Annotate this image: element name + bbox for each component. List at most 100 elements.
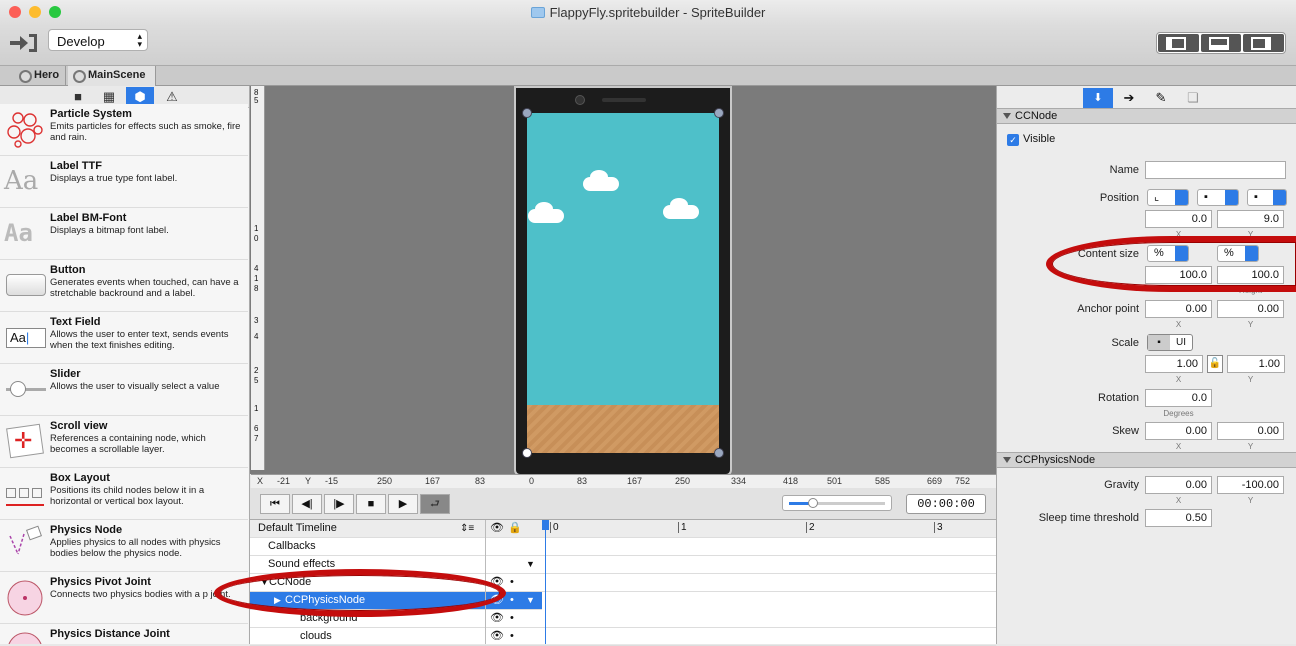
- step-back-icon[interactable]: ◀|: [292, 494, 322, 514]
- name-field[interactable]: [1145, 161, 1286, 179]
- position-unit-x-select[interactable]: ▪: [1197, 189, 1239, 206]
- ruler-tick-label: 3: [254, 316, 259, 325]
- scale-type-segmented[interactable]: ▪ UI: [1147, 334, 1193, 351]
- component-library: ■ ▦ ⬢ ⚠ Particle System Emits particles …: [0, 86, 250, 644]
- distance-joint-icon: [8, 632, 42, 644]
- horizontal-ruler: X -21 Y -15 250 167 83 0 83 167 250 334 418 501 585 669…: [251, 474, 996, 488]
- library-item-scroll-view[interactable]: ✛ Scroll view References a containing no…: [0, 416, 248, 468]
- library-item-box-layout[interactable]: Box Layout Positions its child nodes bel…: [0, 468, 248, 520]
- cloud-sprite[interactable]: [583, 170, 619, 191]
- title-bar: FlappyFly.spritebuilder - SpriteBuilder: [0, 0, 1296, 26]
- scene-sky[interactable]: [527, 113, 719, 453]
- selection-handle[interactable]: [522, 108, 532, 118]
- ruler-tick-label: 1: [254, 224, 259, 233]
- stop-icon[interactable]: ■: [356, 494, 386, 514]
- loop-icon[interactable]: ⮐: [420, 494, 450, 514]
- physics-icon[interactable]: ✎: [1149, 88, 1173, 108]
- lock-toggle[interactable]: •: [510, 610, 514, 627]
- y-caption: Y: [1247, 375, 1254, 384]
- selection-handle[interactable]: [714, 108, 724, 118]
- gravity-label: Gravity: [1104, 479, 1139, 491]
- button-icon: [4, 264, 46, 306]
- properties-icon[interactable]: ⬇: [1083, 88, 1113, 108]
- library-item-physics-pivot-joint[interactable]: Physics Pivot Joint Connects two physics…: [0, 572, 248, 624]
- skew-y-field[interactable]: 0.00: [1217, 422, 1284, 440]
- document-tabs: Hero MainScene: [0, 66, 1296, 86]
- view-right-panel-icon[interactable]: [1243, 34, 1285, 52]
- item-desc: Generates events when touched, can have …: [50, 277, 239, 299]
- position-unit-y-select[interactable]: ▪: [1247, 189, 1287, 206]
- ruler-tick-label: 5: [254, 96, 259, 105]
- playhead-handle[interactable]: [542, 520, 549, 530]
- view-bottom-panel-icon[interactable]: [1200, 34, 1242, 52]
- lock-toggle[interactable]: •: [510, 628, 514, 645]
- item-desc: Positions its child nodes below it in a …: [50, 485, 205, 507]
- code-connections-icon[interactable]: ➔: [1117, 88, 1141, 108]
- step-forward-icon[interactable]: |▶: [324, 494, 354, 514]
- position-type-select[interactable]: ⌞: [1147, 189, 1189, 206]
- library-item-physics-node[interactable]: Physics Node Applies physics to all node…: [0, 520, 248, 572]
- anchor-x-field[interactable]: 0.00: [1145, 300, 1212, 318]
- library-item-physics-distance-joint[interactable]: Physics Distance Joint: [0, 624, 248, 644]
- name-label: Name: [1109, 164, 1139, 176]
- anchor-handle[interactable]: [522, 448, 532, 458]
- sleep-threshold-field[interactable]: 0.50: [1145, 509, 1212, 527]
- playhead[interactable]: [545, 520, 546, 644]
- library-item-button[interactable]: Button Generates events when touched, ca…: [0, 260, 248, 312]
- play-icon[interactable]: ▶: [388, 494, 418, 514]
- tab-mainscene[interactable]: MainScene: [68, 66, 156, 86]
- tab-hero[interactable]: Hero: [14, 66, 66, 86]
- publish-icon[interactable]: [8, 32, 38, 54]
- scale-ui-segment[interactable]: UI: [1170, 335, 1192, 350]
- timeline-row[interactable]: Callbacks: [250, 538, 996, 556]
- scheme-select[interactable]: Develop ▴ ▾: [48, 29, 148, 51]
- ruler-tick-label: X: [257, 476, 264, 486]
- gravity-y-field[interactable]: -100.00: [1217, 476, 1284, 494]
- expand-icon[interactable]: ▼: [526, 592, 535, 609]
- position-y-field[interactable]: 9.0: [1217, 210, 1284, 228]
- timeline-header: Default Timeline ⇕≡ 👁 🔒: [250, 520, 996, 538]
- cloud-sprite[interactable]: [663, 198, 699, 219]
- lock-toggle[interactable]: •: [510, 592, 514, 609]
- visible-label: Visible: [1023, 133, 1056, 145]
- lock-toggle[interactable]: •: [510, 574, 514, 591]
- anchor-y-field[interactable]: 0.00: [1217, 300, 1284, 318]
- skip-back-icon[interactable]: ⏮: [260, 494, 290, 514]
- timeline-row-label: Callbacks: [268, 540, 316, 552]
- item-desc: Allows the user to enter text, sends eve…: [50, 329, 229, 351]
- skew-x-field[interactable]: 0.00: [1145, 422, 1212, 440]
- expand-icon[interactable]: ▼: [526, 556, 535, 573]
- lock-icon[interactable]: 🔓: [1207, 355, 1223, 373]
- cloud-sprite[interactable]: [528, 202, 564, 223]
- ccnode-section-header[interactable]: CCNode: [997, 108, 1296, 124]
- timeline-select[interactable]: Default Timeline: [258, 520, 337, 537]
- gravity-x-field[interactable]: 0.00: [1145, 476, 1212, 494]
- scale-point-icon[interactable]: ▪: [1148, 335, 1170, 350]
- library-item-particle-system[interactable]: Particle System Emits particles for effe…: [0, 104, 248, 156]
- ruler-tick-label: 6: [254, 424, 259, 433]
- position-x-field[interactable]: 0.0: [1145, 210, 1212, 228]
- eye-icon[interactable]: 👁: [490, 610, 504, 627]
- physics-section-header[interactable]: CCPhysicsNode: [997, 452, 1296, 468]
- view-left-panel-icon[interactable]: [1158, 34, 1199, 52]
- eye-icon[interactable]: 👁: [490, 628, 504, 645]
- scene-ground[interactable]: [527, 405, 719, 453]
- rotation-field[interactable]: 0.0: [1145, 389, 1212, 407]
- library-item-label-bm-font[interactable]: Aa Label BM-Font Displays a bitmap font …: [0, 208, 248, 260]
- templates-icon[interactable]: ❏: [1181, 88, 1205, 108]
- ruler-tick-label: 7: [254, 434, 259, 443]
- timeline-row[interactable]: clouds 👁 •: [250, 628, 996, 646]
- timeline-zoom-slider[interactable]: [782, 495, 892, 511]
- eye-icon: 👁: [490, 522, 504, 534]
- scale-x-field[interactable]: 1.00: [1145, 355, 1203, 373]
- timeline-row-label: clouds: [300, 630, 332, 642]
- x-caption: X: [1175, 320, 1182, 329]
- ruler-tick-label: 2: [254, 366, 259, 375]
- visible-checkbox[interactable]: ✓: [1007, 134, 1019, 146]
- library-item-text-field[interactable]: Aa| Text Field Allows the user to enter …: [0, 312, 248, 364]
- updown-icon[interactable]: ⇕≡: [460, 520, 474, 537]
- library-item-slider[interactable]: Slider Allows the user to visually selec…: [0, 364, 248, 416]
- selection-handle[interactable]: [714, 448, 724, 458]
- scale-y-field[interactable]: 1.00: [1227, 355, 1285, 373]
- library-item-label-ttf[interactable]: Aa Label TTF Displays a true type font l…: [0, 156, 248, 208]
